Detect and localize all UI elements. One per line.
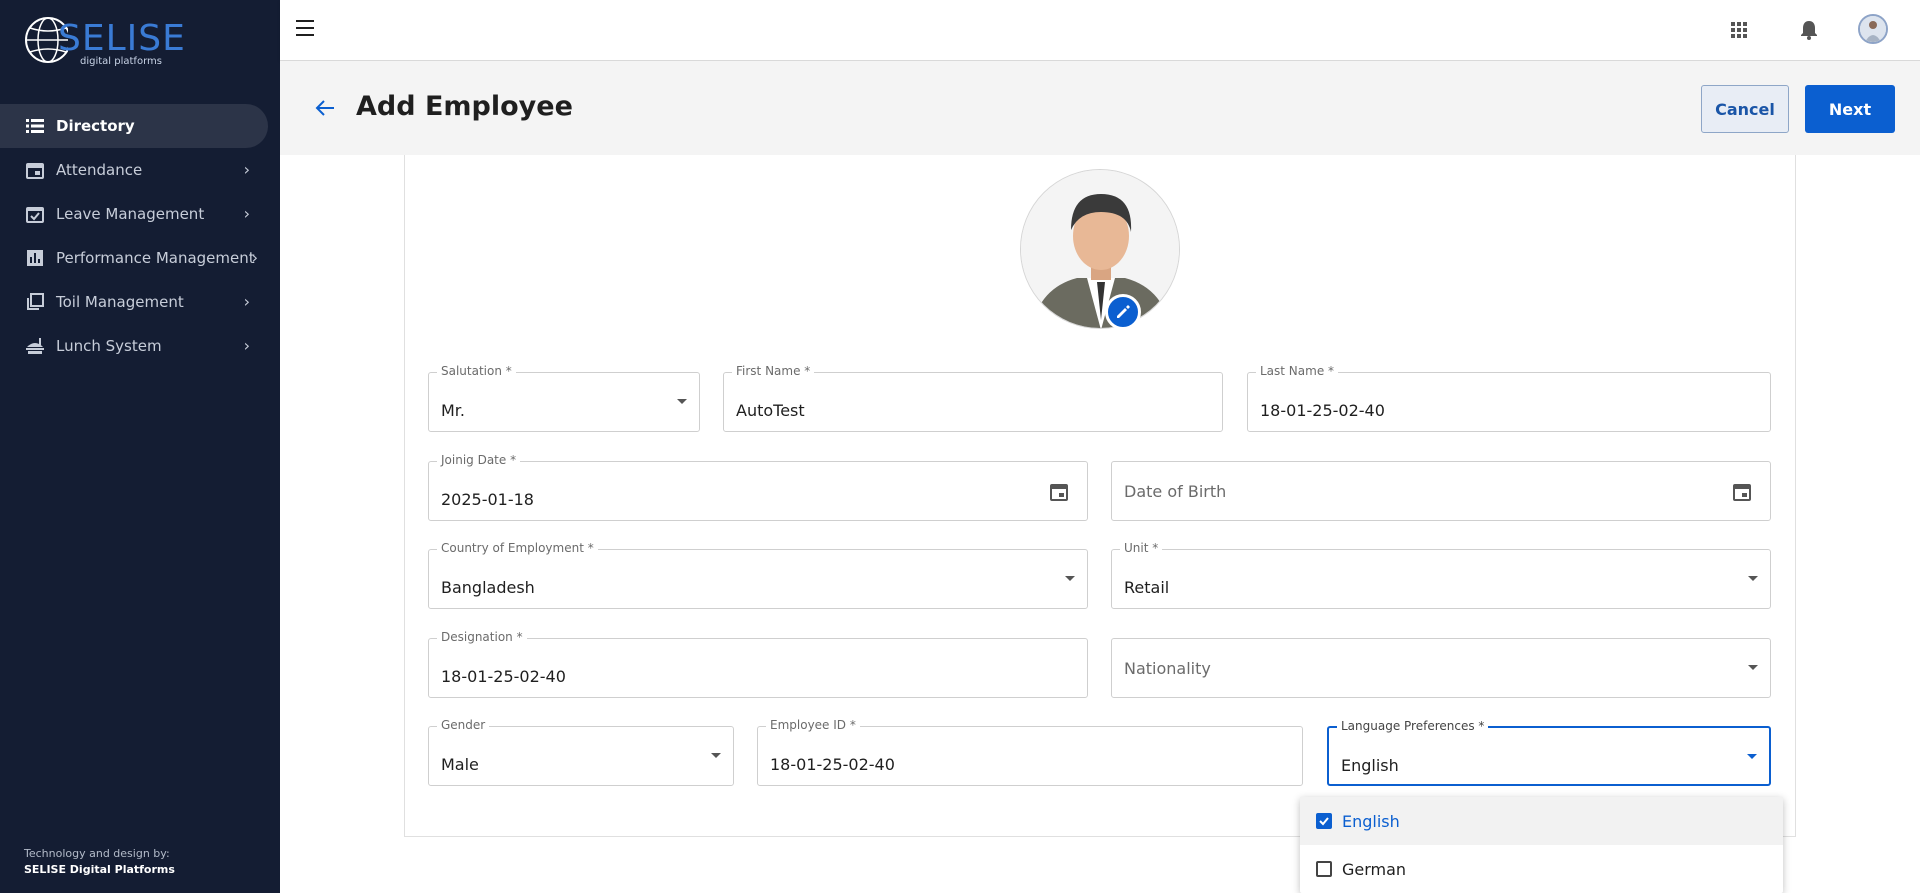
gender-value: Male: [441, 755, 479, 774]
user-avatar[interactable]: [1858, 14, 1888, 44]
sidebar-nav: Directory Attendance › Leave Management …: [0, 104, 280, 368]
gender-label: Gender: [437, 718, 490, 732]
employee-id-field[interactable]: Employee ID * 18-01-25-02-40: [757, 718, 1303, 786]
calendar-check-icon: [24, 203, 46, 225]
designation-label: Designation *: [437, 630, 527, 644]
sidebar-item-lunch-system[interactable]: Lunch System ›: [0, 324, 280, 368]
dropdown-arrow-icon: [1748, 665, 1758, 670]
joining-date-field[interactable]: Joinig Date * 2025-01-18: [428, 453, 1088, 521]
country-of-employment-select[interactable]: Country of Employment * Bangladesh: [428, 541, 1088, 609]
page-title: Add Employee: [356, 91, 573, 122]
sidebar-item-performance-management[interactable]: Performance Management ›: [0, 236, 280, 280]
chevron-right-icon: ›: [243, 336, 250, 355]
profile-avatar: [1020, 169, 1180, 329]
language-option-english[interactable]: English: [1300, 797, 1783, 845]
nationality-placeholder: Nationality: [1124, 659, 1211, 678]
country-label: Country of Employment *: [437, 541, 598, 555]
apps-grid-icon[interactable]: [1727, 18, 1751, 42]
dropdown-arrow-icon: [1748, 576, 1758, 581]
language-value: English: [1341, 756, 1399, 775]
chevron-right-icon: ›: [243, 204, 250, 223]
sidebar: SELISE digital platforms Directory Atten…: [0, 0, 280, 893]
last-name-value: 18-01-25-02-40: [1260, 401, 1385, 420]
employee-id-value: 18-01-25-02-40: [770, 755, 895, 774]
unit-value: Retail: [1124, 578, 1170, 597]
unit-select[interactable]: Unit * Retail: [1111, 541, 1771, 609]
dropdown-arrow-icon: [711, 753, 721, 758]
person-avatar-icon: [1021, 170, 1179, 328]
language-preferences-select[interactable]: Language Preferences * English: [1327, 719, 1771, 786]
checkbox-checked-icon[interactable]: [1316, 813, 1332, 829]
food-icon: [24, 335, 46, 357]
checkbox-unchecked-icon[interactable]: [1316, 861, 1332, 877]
language-option-german[interactable]: German: [1300, 845, 1783, 893]
first-name-field[interactable]: First Name * AutoTest: [723, 364, 1223, 432]
sidebar-item-label: Performance Management: [56, 249, 255, 267]
designation-value: 18-01-25-02-40: [441, 667, 566, 686]
sidebar-item-label: Toil Management: [56, 293, 184, 311]
first-name-label: First Name *: [732, 364, 815, 378]
back-arrow-icon[interactable]: [314, 97, 336, 119]
credit-label: Technology and design by:: [24, 847, 170, 860]
language-options-menu: English German: [1300, 797, 1783, 893]
country-value: Bangladesh: [441, 578, 535, 597]
salutation-value: Mr.: [441, 401, 465, 420]
edit-photo-button[interactable]: [1105, 294, 1141, 330]
footer-credit: Technology and design by: SELISE Digital…: [24, 846, 175, 878]
library-icon: [24, 291, 46, 313]
sidebar-item-label: Leave Management: [56, 205, 205, 223]
selise-logo[interactable]: SELISE digital platforms: [24, 12, 185, 68]
bar-chart-icon: [24, 247, 46, 269]
option-label: English: [1342, 811, 1400, 831]
calendar-icon: [24, 159, 46, 181]
credit-company: SELISE Digital Platforms: [24, 863, 175, 876]
gender-select[interactable]: Gender Male: [428, 718, 734, 786]
logo-text: SELISE: [58, 18, 186, 59]
top-bar: [280, 0, 1920, 61]
chevron-right-icon: ›: [243, 160, 250, 179]
option-label: German: [1342, 859, 1407, 879]
salutation-label: Salutation *: [437, 364, 516, 378]
sidebar-item-label: Attendance: [56, 161, 143, 179]
joining-date-value: 2025-01-18: [441, 490, 534, 509]
sidebar-item-label: Directory: [56, 117, 135, 135]
calendar-icon[interactable]: [1049, 482, 1069, 502]
first-name-value: AutoTest: [736, 401, 805, 420]
unit-label: Unit *: [1120, 541, 1163, 555]
employee-id-label: Employee ID *: [766, 718, 860, 732]
joining-date-label: Joinig Date *: [437, 453, 521, 467]
menu-icon[interactable]: [296, 20, 318, 40]
chevron-right-icon: ›: [243, 292, 250, 311]
sidebar-item-directory[interactable]: Directory: [0, 104, 268, 148]
page-header: Add Employee Cancel Next: [280, 61, 1920, 155]
pencil-icon: [1117, 305, 1130, 318]
bell-icon[interactable]: [1797, 18, 1821, 42]
date-of-birth-placeholder: Date of Birth: [1124, 482, 1227, 501]
logo-subtext: digital platforms: [80, 56, 162, 67]
designation-field[interactable]: Designation * 18-01-25-02-40: [428, 630, 1088, 698]
last-name-label: Last Name *: [1256, 364, 1339, 378]
dropdown-arrow-icon: [1747, 754, 1757, 759]
sidebar-item-toil-management[interactable]: Toil Management ›: [0, 280, 280, 324]
sidebar-item-attendance[interactable]: Attendance ›: [0, 148, 280, 192]
cancel-button[interactable]: Cancel: [1701, 85, 1789, 133]
calendar-icon[interactable]: [1732, 482, 1752, 502]
sidebar-item-leave-management[interactable]: Leave Management ›: [0, 192, 280, 236]
dropdown-arrow-icon: [1065, 576, 1075, 581]
list-icon: [24, 115, 46, 137]
language-label: Language Preferences *: [1337, 719, 1489, 733]
sidebar-item-label: Lunch System: [56, 337, 162, 355]
last-name-field[interactable]: Last Name * 18-01-25-02-40: [1247, 364, 1771, 432]
dropdown-arrow-icon: [677, 399, 687, 404]
nationality-select[interactable]: Nationality: [1111, 638, 1771, 698]
chevron-right-icon: ›: [251, 248, 258, 267]
next-button[interactable]: Next: [1805, 85, 1895, 133]
date-of-birth-field[interactable]: Date of Birth: [1111, 461, 1771, 521]
salutation-select[interactable]: Salutation * Mr.: [428, 364, 700, 432]
